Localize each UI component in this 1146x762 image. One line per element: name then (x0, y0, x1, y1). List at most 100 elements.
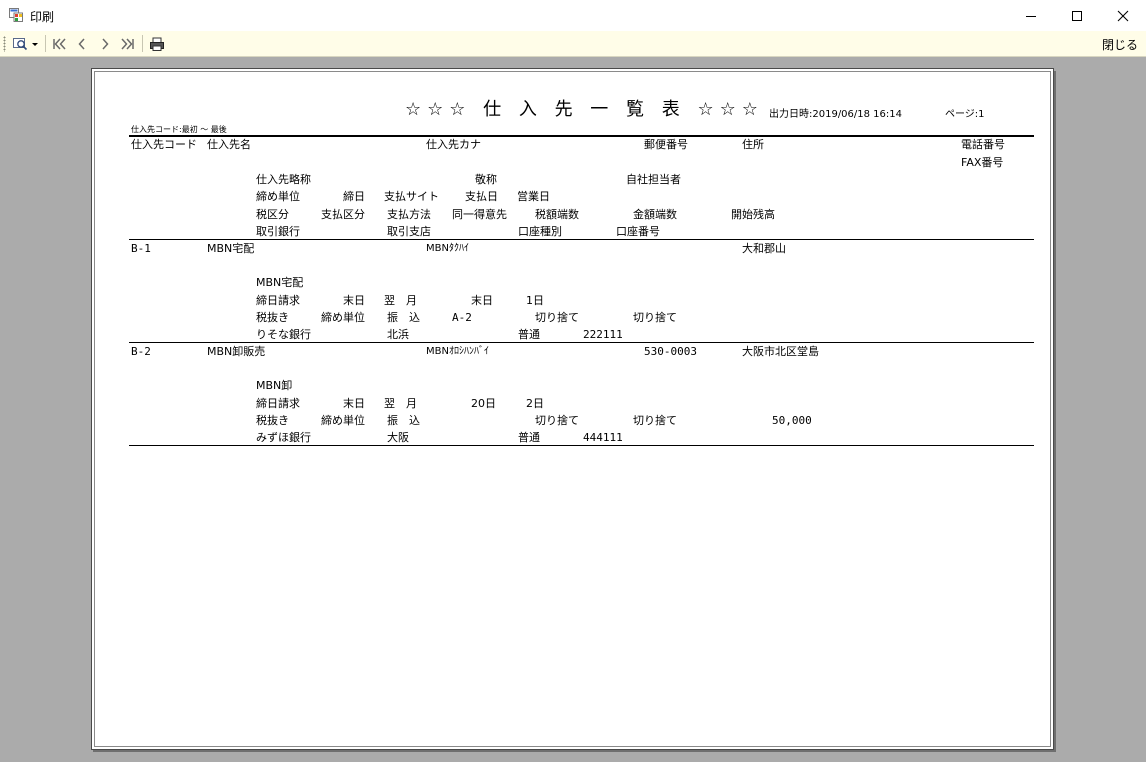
maximize-icon (1072, 10, 1082, 21)
record-branch: 北浜 (387, 328, 409, 341)
header-closing-unit: 締め単位 (256, 190, 300, 203)
record-kana: MBNﾀｸﾊｲ (426, 243, 469, 254)
maximize-button[interactable] (1054, 0, 1100, 31)
close-window-button[interactable] (1100, 0, 1146, 31)
record-account-no: 222111 (583, 328, 623, 341)
page-border (94, 71, 1051, 747)
first-page-icon (53, 37, 66, 50)
record-amount-rounding: 切り捨て (633, 311, 677, 324)
record-short-name: MBN宅配 (256, 276, 304, 289)
header-bottom-rule (129, 239, 1034, 240)
header-top-rule (129, 135, 1034, 137)
header-address: 住所 (742, 138, 764, 151)
record-opening-balance: 50,000 (772, 414, 812, 427)
record-address: 大阪市北区堂島 (742, 345, 819, 358)
record-tax-rounding: 切り捨て (535, 414, 579, 427)
previous-page-button[interactable] (73, 34, 91, 53)
header-kana: 仕入先カナ (426, 138, 481, 151)
zoom-icon (13, 37, 38, 50)
minimize-icon (1026, 15, 1036, 17)
record-tax-class: 税抜き (256, 311, 289, 324)
header-bank: 取引銀行 (256, 225, 300, 238)
header-tax-class: 税区分 (256, 208, 289, 221)
zoom-button[interactable] (11, 34, 41, 53)
header-business-day: 営業日 (517, 190, 550, 203)
record-pay-class: 締め単位 (321, 414, 365, 427)
report-page: ☆☆☆ 仕 入 先 一 覧 表 ☆☆☆ 出力日時:2019/06/18 16:1… (91, 68, 1054, 750)
chevron-right-icon (102, 37, 109, 50)
header-name: 仕入先名 (207, 138, 251, 151)
header-tax-rounding: 税額端数 (535, 208, 579, 221)
header-same-as: 同一得意先 (452, 208, 507, 221)
record-business-day: 2日 (526, 397, 544, 410)
record-amount-rounding: 切り捨て (633, 414, 677, 427)
record-account-no: 444111 (583, 431, 623, 444)
window-title: 印刷 (30, 10, 55, 24)
header-closing-day: 締日 (343, 190, 365, 203)
record-business-day: 1日 (526, 294, 544, 307)
record-branch: 大阪 (387, 431, 409, 444)
record-pay-day: 末日 (471, 294, 493, 307)
record-closing-day: 末日 (343, 397, 365, 410)
next-page-button[interactable] (96, 34, 114, 53)
record-pay-class: 締め単位 (321, 311, 365, 324)
minimize-button[interactable] (1008, 0, 1054, 31)
header-amount-rounding: 金額端数 (633, 208, 677, 221)
code-range: 仕入先コード:最初 ～ 最後 (131, 125, 227, 134)
header-fax: FAX番号 (961, 156, 1004, 169)
close-icon (1117, 10, 1129, 21)
header-honorific: 敬称 (475, 173, 497, 186)
header-opening-balance: 開始残高 (731, 208, 775, 221)
header-account-no: 口座番号 (616, 225, 660, 238)
close-preview-button[interactable]: 閉じる (1102, 36, 1138, 53)
record-bank: みずほ銀行 (256, 431, 311, 444)
report-title: ☆☆☆ 仕 入 先 一 覧 表 ☆☆☆ (405, 99, 764, 120)
header-pay-method: 支払方法 (387, 208, 431, 221)
record-address: 大和郡山 (742, 242, 786, 255)
chevron-left-icon (78, 37, 85, 50)
record-closing-unit: 締日請求 (256, 397, 300, 410)
header-staff: 自社担当者 (626, 173, 681, 186)
record-name: MBN卸販売 (207, 345, 266, 358)
record-pay-site: 翌 月 (384, 397, 417, 410)
record-pay-day: 20日 (471, 397, 496, 410)
header-pay-class: 支払区分 (321, 208, 365, 221)
record-pay-site: 翌 月 (384, 294, 417, 307)
output-datetime: 出力日時:2019/06/18 16:14 (769, 109, 903, 120)
record-short-name: MBN卸 (256, 379, 293, 392)
last-page-icon (121, 37, 134, 50)
header-code: 仕入先コード (131, 138, 197, 151)
record-tax-rounding: 切り捨て (535, 311, 579, 324)
record-pay-method: 振 込 (387, 414, 420, 427)
first-page-button[interactable] (50, 34, 70, 53)
header-phone: 電話番号 (961, 138, 1005, 151)
record-postal: 530-0003 (644, 345, 697, 358)
row-divider (129, 342, 1034, 343)
record-closing-day: 末日 (343, 294, 365, 307)
header-postal: 郵便番号 (644, 138, 688, 151)
preview-toolbar: 閉じる (0, 31, 1146, 57)
record-closing-unit: 締日請求 (256, 294, 300, 307)
row-divider (129, 445, 1034, 446)
toolbar-grip[interactable] (3, 36, 6, 52)
record-bank: りそな銀行 (256, 328, 311, 341)
header-pay-day: 支払日 (465, 190, 498, 203)
record-pay-method: 振 込 (387, 311, 420, 324)
app-icon (9, 8, 23, 22)
record-name: MBN宅配 (207, 242, 255, 255)
record-kana: MBNｵﾛｼﾊﾝﾊﾞｲ (426, 346, 489, 357)
print-button[interactable] (147, 34, 167, 53)
header-pay-site: 支払サイト (384, 190, 439, 203)
header-branch: 取引支店 (387, 225, 431, 238)
title-bar: 印刷 (0, 0, 1146, 31)
header-account-type: 口座種別 (518, 225, 562, 238)
record-tax-class: 税抜き (256, 414, 289, 427)
record-same-as: A-2 (452, 311, 472, 324)
record-code: B-1 (131, 242, 151, 255)
last-page-button[interactable] (117, 34, 137, 53)
page-number: ページ:1 (945, 109, 985, 120)
printer-icon (150, 37, 164, 51)
record-account-type: 普通 (518, 328, 540, 341)
record-account-type: 普通 (518, 431, 540, 444)
header-short-name: 仕入先略称 (256, 173, 311, 186)
